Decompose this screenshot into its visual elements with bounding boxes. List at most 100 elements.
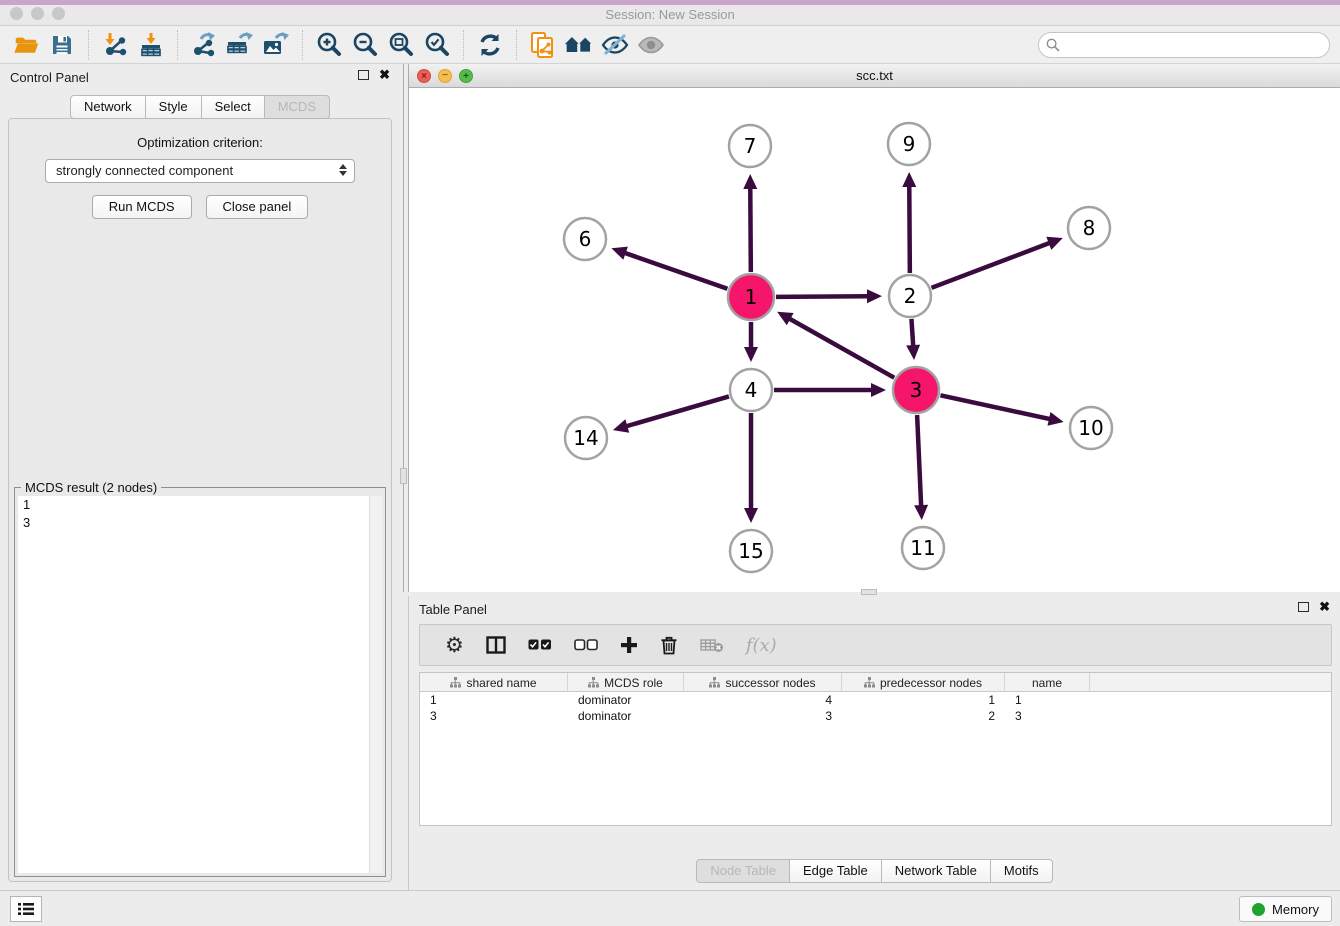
run-mcds-button[interactable]: Run MCDS	[92, 195, 192, 219]
task-history-button[interactable]	[10, 896, 42, 922]
cell-name[interactable]: 1	[1005, 692, 1090, 708]
network-import-icon[interactable]	[100, 30, 130, 60]
tab-select[interactable]: Select	[202, 95, 265, 119]
column-header-successor-nodes[interactable]: successor nodes	[684, 673, 842, 692]
graph-node-label: 3	[910, 378, 923, 402]
function-builder-icon: f(x)	[746, 635, 777, 656]
eye-slash-icon[interactable]	[600, 30, 630, 60]
cell-successor-nodes[interactable]: 4	[684, 692, 842, 708]
search-box	[1038, 32, 1330, 58]
column-tree-icon	[450, 677, 461, 688]
main-toolbar	[0, 26, 1340, 64]
cell-predecessor-nodes[interactable]: 1	[842, 692, 1005, 708]
network-canvas[interactable]: 1234678910111415	[409, 88, 1340, 592]
cell-successor-nodes[interactable]: 3	[684, 708, 842, 724]
graph-node-label: 7	[744, 134, 757, 158]
graph-edge-3-1[interactable]	[789, 319, 894, 378]
float-table-panel-icon[interactable]	[1298, 602, 1309, 612]
minimize-network-button[interactable]	[438, 69, 452, 83]
deselect-all-icon[interactable]	[574, 639, 598, 651]
network-graph[interactable]: 1234678910111415	[409, 88, 1340, 592]
network-window-controls[interactable]	[417, 69, 473, 83]
search-input[interactable]	[1038, 32, 1330, 58]
maximize-network-button[interactable]	[459, 69, 473, 83]
delete-column-trash-icon[interactable]	[660, 635, 678, 655]
column-header-label: name	[1032, 676, 1062, 690]
optimization-criterion-select[interactable]: strongly connected component	[45, 159, 355, 183]
floppy-save-icon[interactable]	[47, 30, 77, 60]
folder-open-icon[interactable]	[11, 30, 41, 60]
close-panel-button[interactable]: Close panel	[206, 195, 309, 219]
close-window-button[interactable]	[10, 7, 23, 20]
column-header-shared-name[interactable]: shared name	[420, 673, 568, 692]
zoom-window-button[interactable]	[52, 7, 65, 20]
table-settings-gear-icon[interactable]: ⚙	[445, 635, 464, 655]
magnifier-fit-icon[interactable]	[386, 30, 416, 60]
column-tree-icon	[588, 677, 599, 688]
graph-edge-1-6[interactable]	[625, 253, 728, 289]
magnifier-check-icon[interactable]	[422, 30, 452, 60]
cell-mcds-role[interactable]: dominator	[568, 708, 684, 724]
toolbar-separator	[177, 30, 178, 60]
table-export-icon[interactable]	[225, 30, 255, 60]
float-panel-icon[interactable]	[358, 70, 369, 80]
column-header-label: shared name	[466, 676, 536, 690]
panel-divider[interactable]	[400, 64, 408, 890]
graph-edge-1-7[interactable]	[750, 188, 751, 272]
magnifier-minus-icon[interactable]	[350, 30, 380, 60]
graph-node-label: 11	[910, 536, 935, 560]
node-table[interactable]: shared name MCDS rolesuccessor nodesprede…	[419, 672, 1332, 826]
graph-edge-arrowhead	[867, 289, 882, 303]
graph-edge-arrowhead	[906, 345, 920, 360]
toggle-columns-icon[interactable]	[486, 636, 506, 654]
result-line: 3	[18, 514, 382, 532]
table-row[interactable]: 3dominator323	[420, 708, 1331, 724]
memory-button[interactable]: Memory	[1239, 896, 1332, 922]
window-controls[interactable]	[10, 7, 65, 20]
cell-name[interactable]: 3	[1005, 708, 1090, 724]
refresh-arrows-icon[interactable]	[475, 30, 505, 60]
close-table-panel-icon[interactable]: ✖	[1319, 602, 1330, 612]
cell-mcds-role[interactable]: dominator	[568, 692, 684, 708]
graph-edge-3-10[interactable]	[940, 395, 1050, 419]
tab-style[interactable]: Style	[146, 95, 202, 119]
double-home-icon[interactable]	[564, 30, 594, 60]
close-network-button[interactable]	[417, 69, 431, 83]
graph-edge-1-2[interactable]	[776, 296, 868, 297]
documents-network-icon[interactable]	[528, 30, 558, 60]
graph-edge-3-11[interactable]	[917, 415, 921, 506]
tab-network[interactable]: Network	[70, 95, 146, 119]
network-export-icon[interactable]	[189, 30, 219, 60]
graph-edge-2-9[interactable]	[909, 186, 910, 273]
table-import-icon[interactable]	[136, 30, 166, 60]
column-header-name[interactable]: name	[1005, 673, 1090, 692]
column-header-mcds-role[interactable]: MCDS role	[568, 673, 684, 692]
statusbar: Memory	[0, 890, 1340, 926]
table-tab-network-table[interactable]: Network Table	[882, 859, 991, 883]
graph-edge-2-3[interactable]	[911, 319, 913, 346]
eye-icon[interactable]	[636, 30, 666, 60]
tab-mcds[interactable]: MCDS	[265, 95, 330, 119]
add-column-icon[interactable]	[620, 636, 638, 654]
image-export-icon[interactable]	[261, 30, 291, 60]
minimize-window-button[interactable]	[31, 7, 44, 20]
column-tree-icon	[864, 677, 875, 688]
toolbar-separator	[302, 30, 303, 60]
divider-grip[interactable]	[400, 468, 407, 484]
close-panel-icon[interactable]: ✖	[379, 70, 390, 80]
canvas-bottom-grip[interactable]	[861, 589, 877, 595]
result-scrollbar[interactable]	[369, 496, 382, 873]
table-tab-motifs[interactable]: Motifs	[991, 859, 1053, 883]
cell-shared-name[interactable]: 3	[420, 708, 568, 724]
table-tab-node-table[interactable]: Node Table	[696, 859, 790, 883]
graph-edge-4-14[interactable]	[626, 396, 729, 426]
table-tab-edge-table[interactable]: Edge Table	[790, 859, 882, 883]
graph-node-label: 2	[904, 284, 917, 308]
select-all-icon[interactable]	[528, 639, 552, 651]
magnifier-plus-icon[interactable]	[314, 30, 344, 60]
column-header-predecessor-nodes[interactable]: predecessor nodes	[842, 673, 1005, 692]
table-row[interactable]: 1dominator411	[420, 692, 1331, 708]
graph-edge-2-8[interactable]	[932, 243, 1050, 288]
cell-shared-name[interactable]: 1	[420, 692, 568, 708]
cell-predecessor-nodes[interactable]: 2	[842, 708, 1005, 724]
